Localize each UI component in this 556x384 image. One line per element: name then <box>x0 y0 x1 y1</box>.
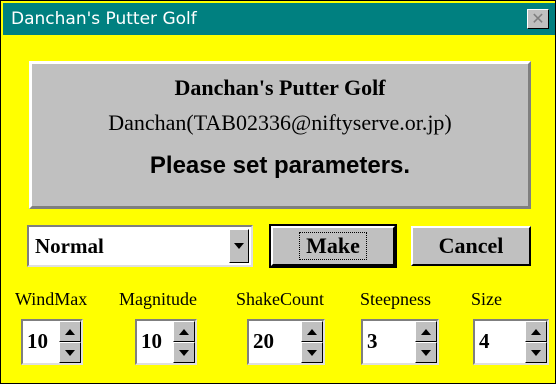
size-label: Size <box>471 289 502 309</box>
magnitude-value[interactable]: 10 <box>141 329 162 354</box>
window-title: Danchan's Putter Golf <box>11 9 197 29</box>
magnitude-label: Magnitude <box>119 289 197 309</box>
windmax-up-button[interactable] <box>59 321 81 342</box>
steepness-down-button[interactable] <box>415 342 437 363</box>
cancel-button-label: Cancel <box>438 233 504 258</box>
arrow-up-icon <box>531 328 541 335</box>
steepness-stepper[interactable]: 3 <box>361 319 439 365</box>
magnitude-up-button[interactable] <box>173 321 195 342</box>
chevron-down-icon <box>234 243 244 249</box>
arrow-up-icon <box>179 328 189 335</box>
windmax-value[interactable]: 10 <box>27 329 48 354</box>
dialog-window: Danchan's Putter Golf ✕ Danchan's Putter… <box>0 0 556 384</box>
info-banner: Danchan's Putter Golf Danchan(TAB02336@n… <box>29 61 531 209</box>
author-contact: Danchan(TAB02336@niftyserve.or.jp) <box>108 110 452 135</box>
size-down-button[interactable] <box>525 342 547 363</box>
arrow-down-icon <box>307 349 317 356</box>
title-bar: Danchan's Putter Golf ✕ <box>3 3 555 35</box>
steepness-up-button[interactable] <box>415 321 437 342</box>
arrow-down-icon <box>531 349 541 356</box>
windmax-stepper[interactable]: 10 <box>21 319 83 365</box>
size-up-button[interactable] <box>525 321 547 342</box>
shakecount-value[interactable]: 20 <box>253 329 274 354</box>
cancel-button[interactable]: Cancel <box>411 226 531 266</box>
magnitude-down-button[interactable] <box>173 342 195 363</box>
size-stepper[interactable]: 4 <box>473 319 549 365</box>
difficulty-select[interactable]: Normal <box>27 225 253 267</box>
dropdown-button[interactable] <box>229 229 249 263</box>
arrow-down-icon <box>421 349 431 356</box>
shakecount-label: ShakeCount <box>236 289 324 309</box>
size-value[interactable]: 4 <box>479 329 490 354</box>
arrow-up-icon <box>307 328 317 335</box>
shakecount-up-button[interactable] <box>301 321 323 342</box>
arrow-up-icon <box>65 328 75 335</box>
close-icon: ✕ <box>531 9 545 28</box>
shakecount-down-button[interactable] <box>301 342 323 363</box>
steepness-label: Steepness <box>360 289 431 309</box>
steepness-value[interactable]: 3 <box>367 329 378 354</box>
magnitude-stepper[interactable]: 10 <box>135 319 197 365</box>
make-button-label: Make <box>299 232 367 260</box>
windmax-label: WindMax <box>15 289 88 309</box>
arrow-down-icon <box>179 349 189 356</box>
arrow-down-icon <box>65 349 75 356</box>
make-button[interactable]: Make <box>269 224 397 268</box>
close-button[interactable]: ✕ <box>527 9 549 29</box>
instruction-text: Please set parameters. <box>149 152 411 179</box>
app-title: Danchan's Putter Golf <box>174 75 386 100</box>
arrow-up-icon <box>421 328 431 335</box>
windmax-down-button[interactable] <box>59 342 81 363</box>
shakecount-stepper[interactable]: 20 <box>247 319 325 365</box>
difficulty-value: Normal <box>35 234 104 258</box>
